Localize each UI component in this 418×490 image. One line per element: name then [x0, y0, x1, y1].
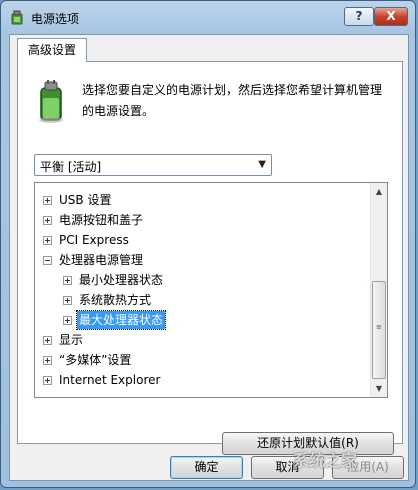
tree-item-label: 最小处理器状态: [79, 273, 164, 287]
expand-icon[interactable]: [63, 316, 72, 325]
expand-icon[interactable]: [43, 216, 52, 225]
tree-item-label: PCI Express: [59, 233, 129, 247]
expand-icon[interactable]: [63, 296, 72, 305]
tree-item-label: Internet Explorer: [59, 373, 161, 387]
help-button[interactable]: ?: [344, 7, 374, 26]
scroll-up-icon[interactable]: ▲: [371, 183, 387, 200]
tree-item-label: 系统散热方式: [79, 293, 152, 307]
expand-icon[interactable]: [63, 276, 72, 285]
tree-item-label: 处理器电源管理: [59, 253, 144, 267]
expand-icon[interactable]: [43, 236, 52, 245]
expand-icon[interactable]: [43, 356, 52, 365]
scroll-thumb[interactable]: ≡: [372, 281, 386, 379]
battery-plug-icon: [39, 80, 63, 123]
close-button[interactable]: X: [374, 7, 408, 26]
collapse-icon[interactable]: [43, 256, 52, 265]
scroll-down-icon[interactable]: ▼: [371, 380, 387, 397]
power-options-dialog: 电源选项 ? X 高级设置 选择您要自定义的电源计划，然后选择您希望计算机管理的…: [0, 0, 416, 488]
expand-icon[interactable]: [43, 336, 52, 345]
tree-item-label: 显示: [59, 333, 84, 347]
tree-item-label: “多媒体”设置: [59, 353, 132, 367]
tree-item-label-selected: 最大处理器状态: [75, 310, 167, 330]
window-title: 电源选项: [31, 12, 80, 26]
advanced-settings-panel: 选择您要自定义的电源计划，然后选择您希望计算机管理的电源设置。 平衡 [活动] …: [17, 61, 403, 455]
description-text: 选择您要自定义的电源计划，然后选择您希望计算机管理的电源设置。: [82, 83, 383, 118]
tree-scrollbar[interactable]: ▲ ≡ ▼: [370, 183, 387, 397]
expand-icon[interactable]: [43, 196, 52, 205]
tree-item-label: 电源按钮和盖子: [59, 213, 144, 227]
grip-icon: ≡: [376, 323, 382, 331]
tab-advanced-settings[interactable]: 高级设置: [17, 38, 87, 62]
tree-item-label: USB 设置: [59, 193, 112, 207]
settings-tree[interactable]: USB 设置 电源按钮和盖子 PCI Express 处理器电源管理 最小处理器…: [34, 182, 388, 398]
dialog-client-area: 高级设置 选择您要自定义的电源计划，然后选择您希望计算机管理的电源设置。 平衡 …: [9, 34, 409, 481]
power-plan-select[interactable]: 平衡 [活动] ▼: [34, 154, 272, 176]
title-bar[interactable]: 电源选项 ? X: [1, 1, 415, 33]
dropdown-arrow-icon[interactable]: ▼: [258, 159, 266, 170]
power-plan-value: 平衡 [活动]: [40, 160, 102, 174]
power-options-icon: [11, 10, 23, 25]
watermark-logo: 系统之家: [293, 451, 358, 470]
ok-button[interactable]: 确定: [170, 456, 243, 479]
expand-icon[interactable]: [43, 376, 52, 385]
